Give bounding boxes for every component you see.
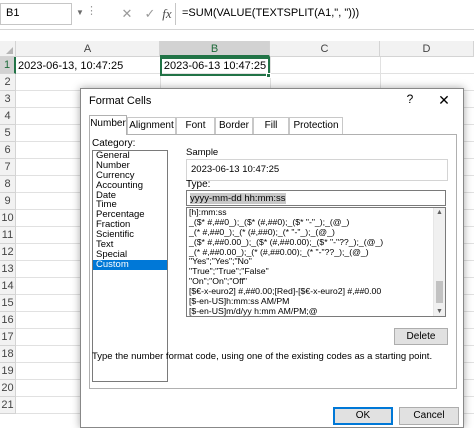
hint-text: Type the number format code, using one o… [92, 351, 433, 362]
format-code-item[interactable]: _(* #,##0.00_);_(* (#,##0.00);_(* "-"??_… [187, 248, 433, 258]
select-all-corner[interactable] [0, 41, 16, 57]
category-item[interactable]: Custom [93, 259, 167, 270]
format-code-item[interactable]: _($* #,##0_);_($* (#,##0);_($* "-"_);_(@… [187, 218, 433, 228]
format-code-item[interactable]: "True";"True";"False" [187, 267, 433, 277]
row-header[interactable]: 5 [0, 125, 16, 142]
row-header[interactable]: 2 [0, 74, 16, 91]
type-label: Type: [186, 179, 211, 190]
tab-alignment[interactable]: Alignment [127, 117, 176, 134]
format-list-scrollbar[interactable]: ▲ ▼ [433, 208, 445, 316]
cell-a1[interactable]: 2023-06-13, 10:47:25 [16, 58, 123, 75]
row-header[interactable]: 4 [0, 108, 16, 125]
column-header-d[interactable]: D [380, 41, 474, 57]
grip-dots-icon: ⋮ [86, 5, 97, 17]
formula-input[interactable]: =SUM(VALUE(TEXTSPLIT(A1,", "))) [175, 3, 474, 25]
tab-protection[interactable]: Protection [289, 117, 343, 134]
format-code-item[interactable]: "On";"On";"Off" [187, 277, 433, 287]
format-code-item[interactable]: "Yes";"Yes";"No" [187, 257, 433, 267]
delete-button[interactable]: Delete [394, 328, 448, 345]
scrollbar-thumb[interactable] [436, 281, 443, 303]
category-label: Category: [92, 138, 136, 149]
name-box[interactable]: B1 [0, 3, 72, 25]
sample-label: Sample [186, 147, 219, 158]
row-header[interactable]: 7 [0, 159, 16, 176]
scroll-down-icon[interactable]: ▼ [436, 308, 443, 315]
help-icon[interactable]: ? [403, 92, 417, 108]
dialog-title: Format Cells [89, 95, 152, 107]
row-header[interactable]: 15 [0, 295, 16, 312]
row-header[interactable]: 10 [0, 210, 16, 227]
format-code-item[interactable]: [$-en-US]m/d/yy h:mm AM/PM;@ [187, 307, 433, 316]
tab-font[interactable]: Font [176, 117, 215, 134]
scroll-up-icon[interactable]: ▲ [436, 209, 443, 216]
sample-group: Sample 2023-06-13 10:47:25 [186, 147, 448, 181]
format-code-item[interactable]: [$€-x-euro2] #,##0.00;[Red]-[$€-x-euro2]… [187, 287, 433, 297]
row-header[interactable]: 8 [0, 176, 16, 193]
tab-number[interactable]: Number [89, 115, 127, 135]
row-header[interactable]: 17 [0, 329, 16, 346]
select-all-triangle-icon [6, 47, 13, 54]
chevron-down-icon[interactable]: ▼ [76, 8, 84, 17]
format-code-item[interactable]: [$-en-US]h:mm:ss AM/PM [187, 297, 433, 307]
format-code-list[interactable]: [h]:mm:ss _($* #,##0_);_($* (#,##0);_($* … [186, 207, 446, 317]
row-header[interactable]: 3 [0, 91, 16, 108]
insert-function-icon[interactable]: fx [158, 5, 176, 23]
row-header[interactable]: 18 [0, 346, 16, 363]
row-header[interactable]: 6 [0, 142, 16, 159]
format-code-item[interactable]: [h]:mm:ss [187, 208, 433, 218]
row-header[interactable]: 11 [0, 227, 16, 244]
category-list[interactable]: General Number Currency Accounting Date Time P… [92, 150, 168, 382]
cancel-button[interactable]: Cancel [399, 407, 459, 425]
row-header[interactable]: 19 [0, 363, 16, 380]
column-header-c[interactable]: C [270, 41, 380, 57]
number-tab-panel: Category: General Number Currency Accountin… [89, 134, 457, 389]
row-header[interactable]: 14 [0, 278, 16, 295]
row-header[interactable]: 12 [0, 244, 16, 261]
format-code-item[interactable]: _($* #,##0.00_);_($* (#,##0.00);_($* "-"… [187, 238, 433, 248]
close-icon[interactable]: ✕ [435, 91, 453, 109]
column-header-a[interactable]: A [16, 41, 160, 57]
row-header[interactable]: 16 [0, 312, 16, 329]
row-header[interactable]: 1 [0, 57, 16, 74]
sample-value: 2023-06-13 10:47:25 [186, 159, 448, 181]
tab-border[interactable]: Border [215, 117, 253, 134]
fill-handle[interactable] [266, 73, 271, 78]
ok-button[interactable]: OK [333, 407, 393, 425]
row-header[interactable]: 13 [0, 261, 16, 278]
row-header[interactable]: 21 [0, 397, 16, 414]
row-header[interactable]: 20 [0, 380, 16, 397]
tab-fill[interactable]: Fill [253, 117, 289, 134]
type-input[interactable]: yyyy-mm-dd hh:mm:ss [186, 190, 446, 206]
column-header-b[interactable]: B [160, 41, 270, 57]
format-code-item[interactable]: _(* #,##0_);_(* (#,##0);_(* "-"_);_(@_) [187, 228, 433, 238]
cell-b1[interactable]: 2023-06-13 10:47:25 [160, 57, 270, 76]
format-code-items: [h]:mm:ss _($* #,##0_);_($* (#,##0);_($* … [187, 208, 445, 316]
formula-bar: B1 ▼ ⋮ ✕ ✓ fx =SUM(VALUE(TEXTSPLIT(A1,",… [0, 0, 474, 30]
enter-formula-icon[interactable]: ✓ [141, 5, 159, 23]
type-input-value: yyyy-mm-dd hh:mm:ss [190, 193, 286, 204]
row-header[interactable]: 9 [0, 193, 16, 210]
format-cells-dialog: Format Cells ? ✕ Number Alignment Font B… [80, 88, 464, 428]
cancel-formula-icon[interactable]: ✕ [118, 5, 136, 23]
